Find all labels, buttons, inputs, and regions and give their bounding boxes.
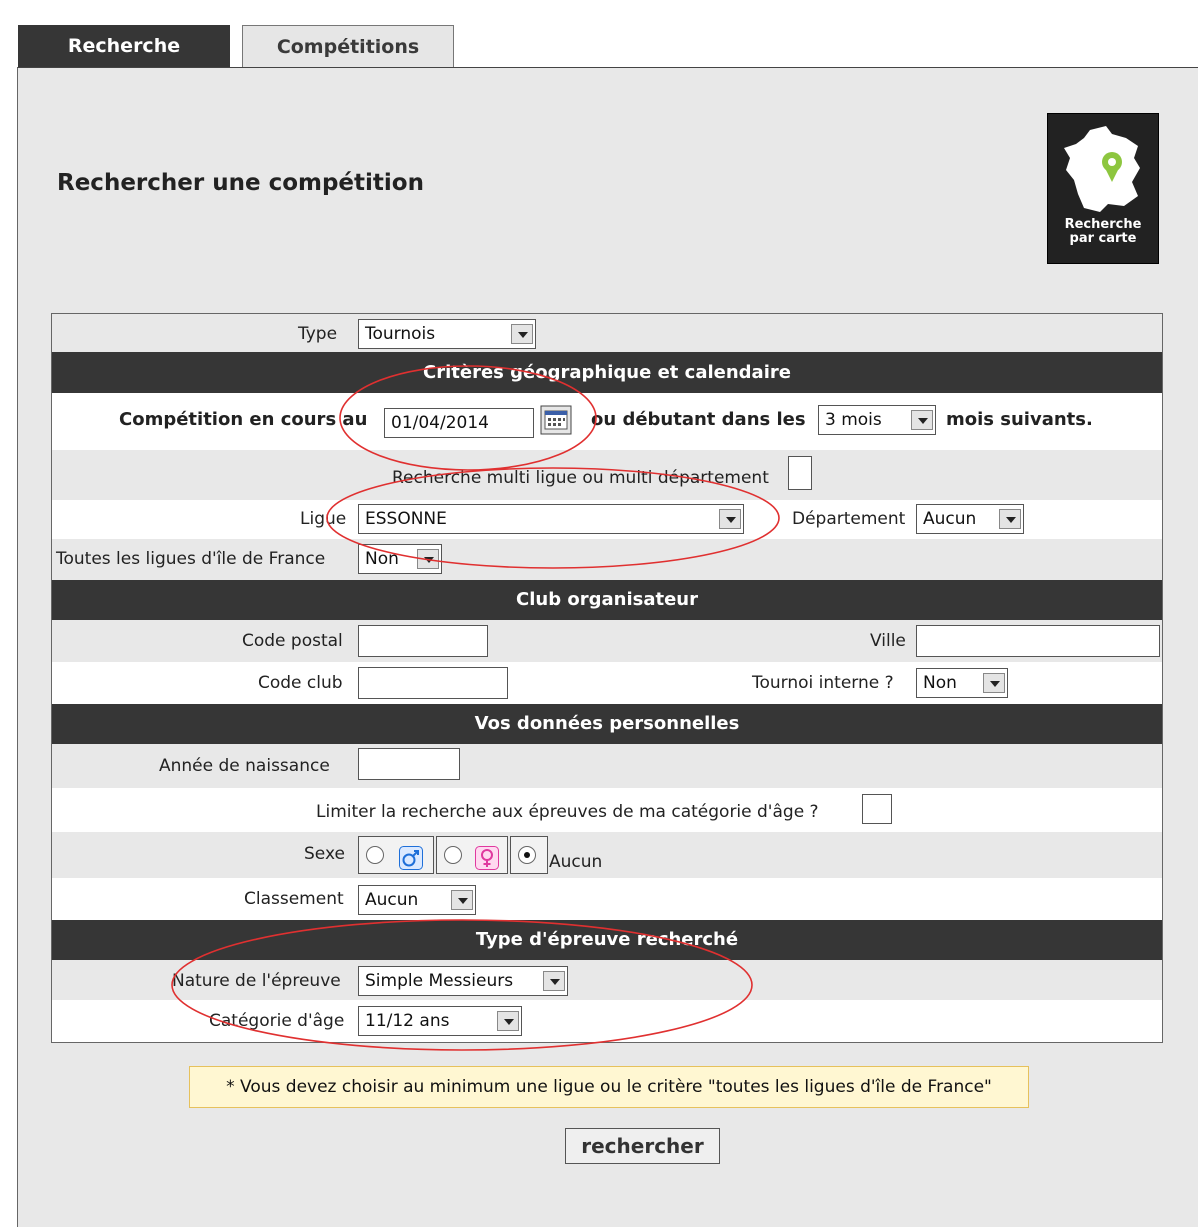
row-classement: Classement Aucun <box>52 878 1162 920</box>
date-input[interactable]: 01/04/2014 <box>384 408 534 438</box>
chevron-down-icon <box>999 509 1021 529</box>
chevron-down-icon <box>543 971 565 991</box>
chevron-down-icon <box>417 549 439 569</box>
sexe-female-radio[interactable] <box>444 846 462 864</box>
categorie-label: Catégorie d'âge <box>209 1011 345 1031</box>
row-categorie: Catégorie d'âge 11/12 ans <box>52 1000 1162 1042</box>
nature-select[interactable]: Simple Messieurs <box>358 966 568 996</box>
row-comp-date: Compétition en cours au 01/04/2014 ou dé… <box>52 393 1162 450</box>
tab-recherche[interactable]: Recherche <box>18 25 230 67</box>
row-nature: Nature de l'épreuve Simple Messieurs <box>52 960 1162 1000</box>
categorie-select[interactable]: 11/12 ans <box>358 1006 522 1036</box>
info-note: * Vous devez choisir au minimum une ligu… <box>189 1066 1029 1108</box>
limiter-label: Limiter la recherche aux épreuves de ma … <box>316 802 819 822</box>
months-select[interactable]: 3 mois <box>818 405 936 435</box>
chevron-down-icon <box>497 1011 519 1031</box>
idf-select[interactable]: Non <box>358 544 442 574</box>
row-idf: Toutes les ligues d'île de France Non <box>52 539 1162 580</box>
idf-label: Toutes les ligues d'île de France <box>56 549 326 569</box>
multi-checkbox[interactable] <box>788 456 812 490</box>
type-select[interactable]: Tournois <box>358 319 536 349</box>
comp-suffix-label: mois suivants. <box>946 409 1093 430</box>
ligue-label: Ligue <box>300 509 347 529</box>
map-button-label: Recherche par carte <box>1064 217 1142 246</box>
ville-input[interactable] <box>916 625 1160 657</box>
comp-label: Compétition en cours au <box>119 409 368 430</box>
section-perso: Vos données personnelles <box>52 704 1162 744</box>
row-club-interne: Code club Tournoi interne ? Non <box>52 662 1162 704</box>
row-sexe: Sexe Aucun <box>52 832 1162 878</box>
calendar-icon[interactable] <box>540 405 572 435</box>
multi-label: Recherche multi ligue ou multi départeme… <box>392 468 769 488</box>
departement-select[interactable]: Aucun <box>916 504 1024 534</box>
row-multi: Recherche multi ligue ou multi départeme… <box>52 450 1162 500</box>
chevron-down-icon <box>511 324 533 344</box>
sexe-none-label: Aucun <box>549 852 603 872</box>
sexe-male-option <box>358 836 434 874</box>
code-postal-input[interactable] <box>358 625 488 657</box>
annee-input[interactable] <box>358 748 460 780</box>
section-club: Club organisateur <box>52 580 1162 620</box>
row-ligue: Ligue ESSONNE Département Aucun <box>52 500 1162 539</box>
search-button[interactable]: rechercher <box>565 1128 720 1164</box>
ligue-select[interactable]: ESSONNE <box>358 504 744 534</box>
classement-label: Classement <box>244 889 344 909</box>
section-geo: Critères géographique et calendaire <box>52 352 1162 393</box>
female-icon <box>475 846 499 870</box>
nature-label: Nature de l'épreuve <box>172 971 341 991</box>
row-type: Type Tournois <box>52 314 1162 352</box>
map-search-button[interactable]: Recherche par carte <box>1047 113 1159 264</box>
search-form: Type Tournois Critères géographique et c… <box>51 313 1163 1043</box>
row-cp-ville: Code postal Ville <box>52 620 1162 662</box>
tab-competitions[interactable]: Compétitions <box>242 25 454 67</box>
male-icon <box>399 846 423 870</box>
sexe-female-option <box>436 836 508 874</box>
sexe-male-radio[interactable] <box>366 846 384 864</box>
code-postal-label: Code postal <box>242 631 343 651</box>
code-club-input[interactable] <box>358 667 508 699</box>
section-epreuve: Type d'épreuve recherché <box>52 920 1162 960</box>
annee-label: Année de naissance <box>159 756 330 776</box>
ville-label: Ville <box>870 631 906 651</box>
tournoi-interne-select[interactable]: Non <box>916 668 1008 698</box>
type-label: Type <box>298 324 338 344</box>
france-map-pin-icon <box>1064 126 1140 212</box>
tournoi-interne-label: Tournoi interne ? <box>752 673 894 693</box>
chevron-down-icon <box>983 673 1005 693</box>
row-annee: Année de naissance <box>52 744 1162 788</box>
classement-select[interactable]: Aucun <box>358 885 476 915</box>
chevron-down-icon <box>911 410 933 430</box>
code-club-label: Code club <box>258 673 343 693</box>
sexe-none-option <box>510 836 548 874</box>
chevron-down-icon <box>719 509 741 529</box>
sexe-label: Sexe <box>304 844 345 864</box>
row-limiter: Limiter la recherche aux épreuves de ma … <box>52 788 1162 832</box>
chevron-down-icon <box>451 890 473 910</box>
limiter-checkbox[interactable] <box>862 794 892 824</box>
comp-mid-label: ou débutant dans les <box>591 409 806 430</box>
page-title: Rechercher une compétition <box>57 170 424 196</box>
departement-label: Département <box>792 509 906 529</box>
sexe-none-radio[interactable] <box>518 846 536 864</box>
